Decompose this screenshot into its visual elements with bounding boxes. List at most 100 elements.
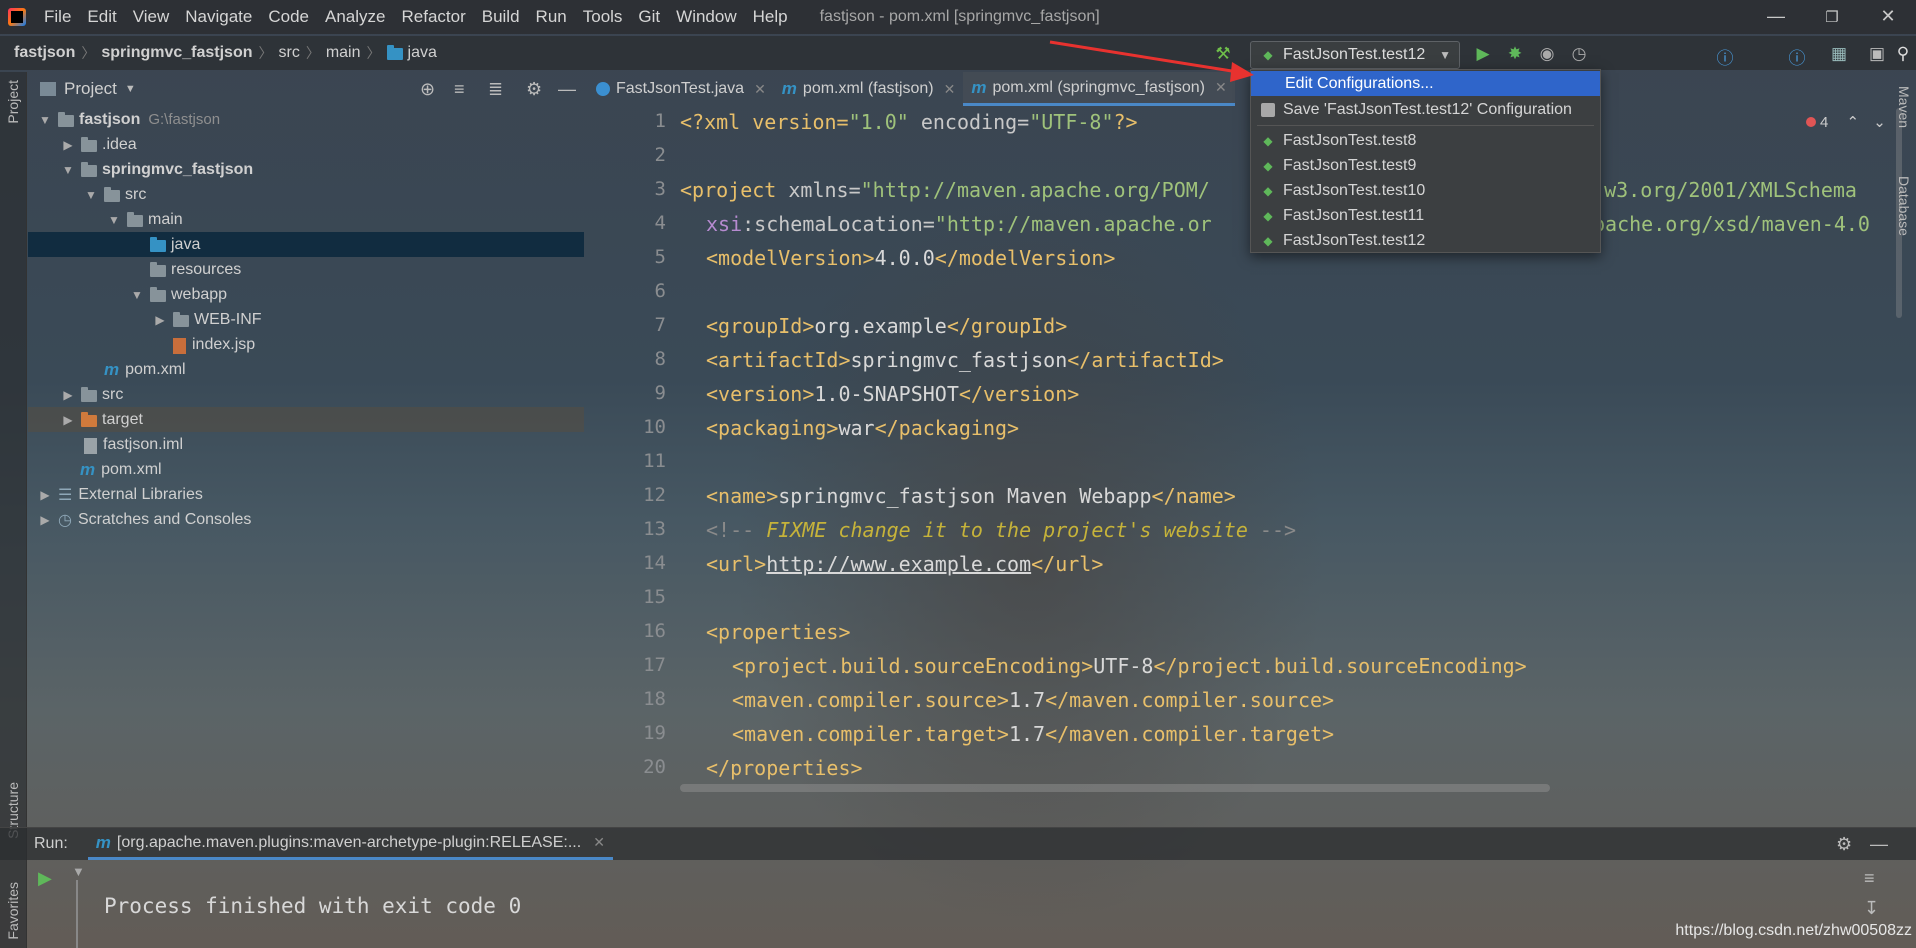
gear-icon[interactable]: ⚙ xyxy=(1836,834,1852,855)
close-tab-icon[interactable]: ✕ xyxy=(754,81,766,98)
breadcrumb-fastjson[interactable]: fastjson xyxy=(14,44,75,62)
line-number: 12 xyxy=(643,484,666,506)
collapse-all-icon[interactable]: ≣ xyxy=(488,79,503,100)
menu-build[interactable]: Build xyxy=(482,7,520,27)
close-window-icon[interactable]: ✕ xyxy=(1878,6,1898,27)
web-folder-icon xyxy=(150,286,166,302)
save-configuration-item[interactable]: Save 'FastJsonTest.test12' Configuration xyxy=(1251,97,1600,122)
tree-item-springmvc-fastjson[interactable]: ▼ springmvc_fastjson xyxy=(28,157,584,182)
help-icon[interactable]: ⓘ xyxy=(1714,44,1736,69)
minimize-icon[interactable]: — xyxy=(1766,6,1786,27)
tree-item-java[interactable]: java xyxy=(28,232,584,257)
tree-item-fastjson-iml[interactable]: fastjson.iml xyxy=(28,432,584,457)
chevron-down-icon[interactable]: ▼ xyxy=(61,163,75,177)
chevron-down-icon[interactable]: ▼ xyxy=(125,83,136,95)
chevron-right-icon[interactable]: ▶ xyxy=(38,488,52,502)
scroll-to-end-icon[interactable]: ↧ xyxy=(1864,898,1879,919)
tree-item-index-jsp[interactable]: index.jsp xyxy=(28,332,584,357)
coverage-icon[interactable]: ◉ xyxy=(1536,44,1558,64)
menu-navigate[interactable]: Navigate xyxy=(185,7,252,27)
tree-item-target[interactable]: ▶ target xyxy=(28,407,584,432)
tree-item-src[interactable]: ▼ src xyxy=(28,182,584,207)
folder-icon xyxy=(173,311,189,327)
chevron-right-icon[interactable]: ▶ xyxy=(61,388,75,402)
debug-icon[interactable]: ✸ xyxy=(1504,44,1526,64)
gear-icon[interactable]: ⚙ xyxy=(526,79,542,100)
project-view-icon xyxy=(40,82,56,96)
chevron-down-icon[interactable]: ▼ xyxy=(130,288,144,302)
menu-view[interactable]: View xyxy=(133,7,170,27)
menu-edit[interactable]: Edit xyxy=(87,7,116,27)
favorites-tool-tab[interactable]: Favorites xyxy=(5,882,21,940)
menu-code[interactable]: Code xyxy=(268,7,309,27)
config-item-test10[interactable]: ◆ FastJsonTest.test10 xyxy=(1251,178,1600,203)
locate-icon[interactable]: ⊕ xyxy=(420,79,435,100)
presentation-icon[interactable]: ▣ xyxy=(1866,44,1888,64)
search-icon[interactable]: ⚲ xyxy=(1892,44,1914,64)
tree-item-web-inf[interactable]: ▶ WEB-INF xyxy=(28,307,584,332)
chevron-down-icon[interactable]: ▼ xyxy=(84,188,98,202)
config-item-test9[interactable]: ◆ FastJsonTest.test9 xyxy=(1251,153,1600,178)
tree-item-webapp[interactable]: ▼ webapp xyxy=(28,282,584,307)
search-help-icon[interactable]: ⓘ xyxy=(1786,44,1808,69)
config-item-test11[interactable]: ◆ FastJsonTest.test11 xyxy=(1251,203,1600,228)
menu-git[interactable]: Git xyxy=(638,7,660,27)
config-item-test12[interactable]: ◆ FastJsonTest.test12 xyxy=(1251,228,1600,253)
chevron-right-icon[interactable]: ▶ xyxy=(153,313,167,327)
tab-fastjsontest-java[interactable]: FastJsonTest.java ✕ xyxy=(588,72,774,106)
rerun-icon[interactable]: ▶ xyxy=(38,868,52,889)
tree-item-main[interactable]: ▼ main xyxy=(28,207,584,232)
soft-wrap-icon[interactable]: ≡ xyxy=(1864,868,1875,889)
menu-run[interactable]: Run xyxy=(536,7,567,27)
tree-item-pom-xml[interactable]: m pom.xml xyxy=(28,357,584,382)
project-panel-title[interactable]: Project xyxy=(64,79,117,99)
close-tab-icon[interactable]: ✕ xyxy=(944,81,956,98)
menu-window[interactable]: Window xyxy=(676,7,736,27)
database-tool-tab[interactable]: Database xyxy=(1896,176,1912,236)
chevron-down-icon[interactable]: ▼ xyxy=(38,113,52,127)
run-tab[interactable]: m [org.apache.maven.plugins:maven-archet… xyxy=(87,828,613,860)
tree-item-external-libraries[interactable]: ▶ ☰ External Libraries xyxy=(28,482,584,507)
url-link[interactable]: http://www.example.com xyxy=(766,552,1031,576)
chevron-down-icon: ▼ xyxy=(1439,48,1451,62)
tree-item-label: .idea xyxy=(102,135,137,153)
horizontal-scrollbar[interactable] xyxy=(680,784,1550,792)
menu-file[interactable]: File xyxy=(44,7,71,27)
project-structure-icon[interactable]: ▦ xyxy=(1828,44,1850,64)
tree-item-root-pom-xml[interactable]: m pom.xml xyxy=(28,457,584,482)
close-tab-icon[interactable]: ✕ xyxy=(593,834,605,851)
restore-icon[interactable]: ❐ xyxy=(1822,8,1842,26)
tree-item-resources[interactable]: resources xyxy=(28,257,584,282)
config-item-test8[interactable]: ◆ FastJsonTest.test8 xyxy=(1251,128,1600,153)
breadcrumb-main[interactable]: main xyxy=(326,44,361,62)
tree-item-idea[interactable]: ▶ .idea xyxy=(28,132,584,157)
code-line-20: </properties> xyxy=(706,756,863,780)
tree-item-scratches[interactable]: ▶ ◷ Scratches and Consoles xyxy=(28,507,584,532)
hide-panel-icon[interactable]: — xyxy=(1870,834,1888,855)
line-number: 18 xyxy=(643,688,666,710)
breadcrumb-src[interactable]: src xyxy=(279,44,300,62)
hide-panel-icon[interactable]: — xyxy=(558,79,576,100)
profile-icon[interactable]: ◷ xyxy=(1568,44,1590,64)
run-icon[interactable]: ▶ xyxy=(1472,44,1494,64)
project-tool-tab[interactable]: Project xyxy=(5,80,21,124)
menu-refactor[interactable]: Refactor xyxy=(401,7,465,27)
chevron-right-icon[interactable]: ▶ xyxy=(61,138,75,152)
tab-pom-fastjson[interactable]: m pom.xml (fastjson) ✕ xyxy=(774,72,964,106)
chevron-right-icon[interactable]: ▶ xyxy=(38,513,52,527)
breadcrumb-springmvc-fastjson[interactable]: springmvc_fastjson xyxy=(101,44,252,62)
chevron-down-icon[interactable]: ▼ xyxy=(107,213,121,227)
chevron-right-icon[interactable]: ▶ xyxy=(61,413,75,427)
expand-all-icon[interactable]: ≡ xyxy=(454,79,465,100)
run-panel-label: Run: xyxy=(34,835,68,852)
tree-item-fastjson[interactable]: ▼ fastjson G:\fastjson xyxy=(28,107,584,132)
menu-analyze[interactable]: Analyze xyxy=(325,7,385,27)
breadcrumb-java[interactable]: java xyxy=(408,44,437,62)
tree-item-src-root[interactable]: ▶ src xyxy=(28,382,584,407)
run-configuration-selector[interactable]: ◆ FastJsonTest.test12 ▼ xyxy=(1250,41,1460,69)
console-output[interactable]: Process finished with exit code 0 xyxy=(80,862,1860,948)
maven-tool-tab[interactable]: Maven xyxy=(1896,86,1912,128)
menu-help[interactable]: Help xyxy=(753,7,788,27)
edit-configurations-item[interactable]: Edit Configurations... xyxy=(1251,71,1600,96)
menu-tools[interactable]: Tools xyxy=(583,7,623,27)
